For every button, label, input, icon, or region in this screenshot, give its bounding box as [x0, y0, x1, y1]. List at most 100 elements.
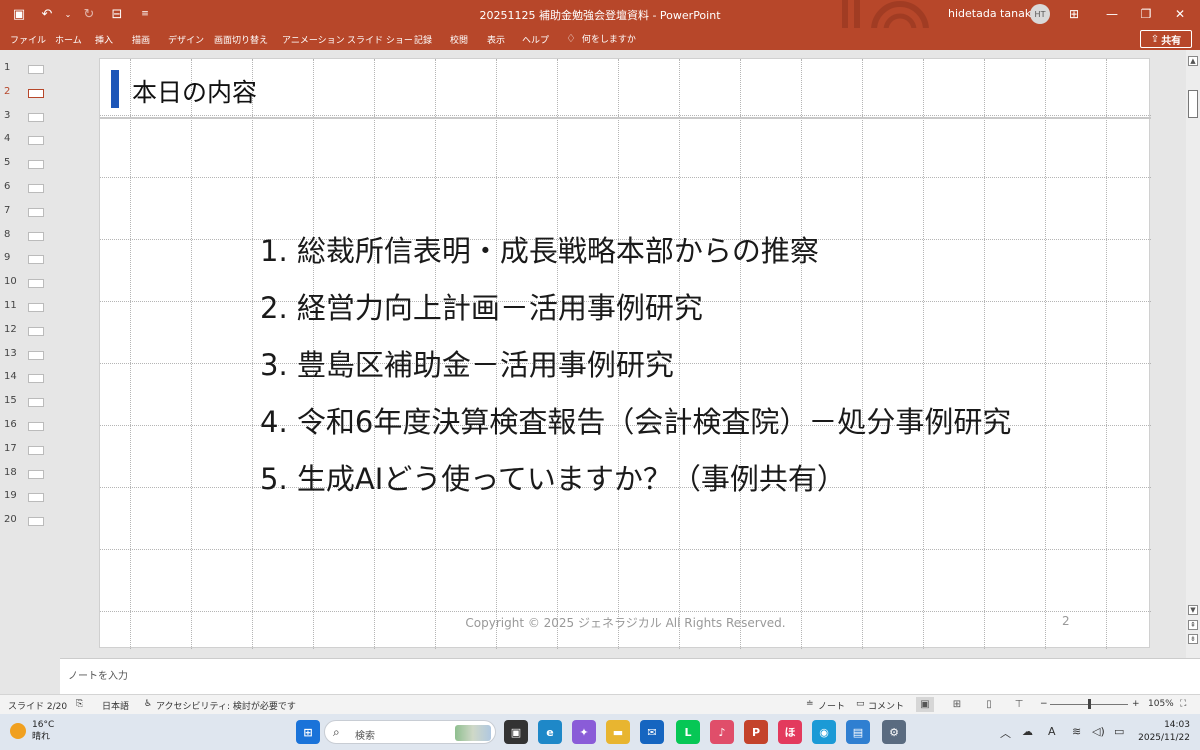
scroll-down-icon[interactable]: ▼: [1188, 605, 1198, 615]
slide-thumbnail[interactable]: 13: [0, 344, 60, 366]
slide-thumbnail[interactable]: 12: [0, 320, 60, 342]
comments-button[interactable]: コメント: [868, 699, 904, 712]
slide-thumbnail[interactable]: 16: [0, 415, 60, 437]
slide-thumbnail[interactable]: 20: [0, 510, 60, 532]
show-hidden-icons-icon[interactable]: ︿: [1000, 725, 1011, 741]
powerpoint-icon[interactable]: P: [744, 720, 768, 744]
tab-draw[interactable]: 描画: [132, 33, 150, 46]
tab-animations[interactable]: アニメーション: [282, 33, 345, 46]
outlook-icon[interactable]: ✉: [640, 720, 664, 744]
agenda-item[interactable]: 3. 豊島区補助金－活用事例研究: [260, 343, 1120, 400]
slide-thumbnail[interactable]: 15: [0, 391, 60, 413]
zoom-level[interactable]: 105%: [1148, 699, 1174, 709]
tab-slideshow[interactable]: スライド ショー: [347, 33, 413, 46]
normal-view-icon[interactable]: ▣: [916, 697, 934, 712]
agenda-item[interactable]: 1. 総裁所信表明・成長戦略本部からの推察: [260, 229, 1120, 286]
tab-file[interactable]: ファイル: [10, 33, 46, 46]
zoom-out-button[interactable]: −: [1040, 699, 1048, 709]
copilot-icon[interactable]: ✦: [572, 720, 596, 744]
slide-thumbnail[interactable]: 9: [0, 248, 60, 270]
notes-button[interactable]: ノート: [818, 699, 845, 712]
slide-thumbnail-number: 3: [4, 109, 11, 121]
reading-view-icon[interactable]: ▯: [980, 697, 998, 712]
tab-review[interactable]: 校閲: [450, 33, 468, 46]
slide-thumbnail[interactable]: 8: [0, 225, 60, 247]
copyright-footer: Copyright © 2025 ジェネラジカル All Rights Rese…: [465, 616, 786, 630]
accessibility-status[interactable]: アクセシビリティ: 検討が必要です: [156, 699, 296, 712]
agenda-item[interactable]: 4. 令和6年度決算検査報告（会計検査院）－処分事例研究: [260, 400, 1120, 457]
search-placeholder: 検索: [355, 731, 375, 742]
notes-icon[interactable]: ≐: [806, 699, 814, 709]
weather-widget[interactable]: 16°C 晴れ: [10, 719, 54, 743]
line-icon[interactable]: L: [676, 720, 700, 744]
slide-thumbnail[interactable]: 14: [0, 367, 60, 389]
onedrive-icon[interactable]: ☁: [1022, 725, 1033, 738]
settings-icon[interactable]: ⚙: [882, 720, 906, 744]
file-explorer-icon[interactable]: ▬: [606, 720, 630, 744]
slide-thumbnail[interactable]: 10: [0, 272, 60, 294]
system-clock[interactable]: 14:03 2025/11/22: [1138, 719, 1190, 745]
start-icon[interactable]: ⊞: [296, 720, 320, 744]
scroll-up-icon[interactable]: ▲: [1188, 56, 1198, 66]
vertical-scrollbar[interactable]: ▲ ▼ ⇞ ⇟: [1186, 50, 1200, 658]
edge-icon[interactable]: e: [538, 720, 562, 744]
avatar[interactable]: HT: [1030, 4, 1050, 24]
tab-view[interactable]: 表示: [487, 33, 505, 46]
ribbon-display-options-icon[interactable]: ⊞: [1054, 0, 1094, 28]
ime-icon[interactable]: A: [1048, 725, 1056, 738]
tell-me-label: 何をしますか: [581, 35, 636, 45]
next-slide-icon[interactable]: ⇟: [1188, 634, 1198, 644]
slide-thumbnail[interactable]: 7: [0, 201, 60, 223]
slide-thumbnail[interactable]: 2: [0, 82, 60, 104]
slide-thumbnail[interactable]: 5: [0, 153, 60, 175]
zoom-in-button[interactable]: +: [1132, 699, 1140, 709]
slide-thumbnail-preview: [28, 279, 44, 289]
zoom-slider-knob[interactable]: [1088, 699, 1091, 709]
slide-sorter-icon[interactable]: ⊞: [948, 697, 966, 712]
slide-thumbnail[interactable]: 18: [0, 463, 60, 485]
music-icon[interactable]: ♪: [710, 720, 734, 744]
wifi-icon[interactable]: ≋: [1072, 725, 1081, 738]
tab-transitions[interactable]: 画面切り替え: [214, 33, 268, 46]
app-ho-icon[interactable]: ほ: [778, 720, 802, 744]
slide-thumbnail[interactable]: 11: [0, 296, 60, 318]
tab-help[interactable]: ヘルプ: [522, 33, 549, 46]
account-name[interactable]: hidetada tanaka: [948, 7, 1038, 20]
share-button[interactable]: ⇪ 共有: [1140, 30, 1192, 48]
slide-thumbnail[interactable]: 4: [0, 129, 60, 151]
close-button[interactable]: ✕: [1160, 0, 1200, 28]
search-highlight-image: [455, 725, 491, 741]
slide-thumbnail-preview: [28, 326, 44, 336]
agenda-item[interactable]: 5. 生成AIどう使っていますか？（事例共有）: [260, 457, 1120, 514]
scroll-thumb[interactable]: [1188, 90, 1198, 118]
spelling-check-icon[interactable]: ⎘: [76, 699, 83, 709]
slide-thumbnail[interactable]: 19: [0, 486, 60, 508]
taskbar-search[interactable]: ⌕ 検索: [324, 720, 496, 744]
accessibility-icon[interactable]: ♿: [144, 699, 152, 709]
tab-home[interactable]: ホーム: [55, 33, 82, 46]
tell-me-search[interactable]: ♢ 何をしますか: [566, 32, 636, 45]
slide-thumbnail[interactable]: 17: [0, 439, 60, 461]
tab-design[interactable]: デザイン: [168, 33, 204, 46]
notepad-icon[interactable]: ▤: [846, 720, 870, 744]
notes-pane[interactable]: ノートを入力: [60, 658, 1200, 694]
slide-thumbnail[interactable]: 1: [0, 58, 60, 80]
language-indicator[interactable]: 日本語: [102, 699, 129, 712]
slide-thumbnail[interactable]: 6: [0, 177, 60, 199]
browser-icon[interactable]: ◉: [812, 720, 836, 744]
tab-record[interactable]: 記録: [414, 33, 432, 46]
slide-canvas[interactable]: 本日の内容 1. 総裁所信表明・成長戦略本部からの推察 2. 経営力向上計画－活…: [99, 58, 1151, 649]
notes-placeholder: ノートを入力: [68, 671, 128, 682]
tab-insert[interactable]: 挿入: [95, 33, 113, 46]
slideshow-view-icon[interactable]: ⊤: [1010, 697, 1028, 712]
slide-thumbnail[interactable]: 3: [0, 106, 60, 128]
previous-slide-icon[interactable]: ⇞: [1188, 620, 1198, 630]
agenda-list[interactable]: 1. 総裁所信表明・成長戦略本部からの推察 2. 経営力向上計画－活用事例研究 …: [260, 229, 1120, 514]
slide-title[interactable]: 本日の内容: [132, 73, 257, 109]
comments-icon[interactable]: ▭: [856, 699, 865, 709]
battery-icon[interactable]: ▭: [1114, 725, 1124, 738]
task-view-icon[interactable]: ▣: [504, 720, 528, 744]
fit-to-window-icon[interactable]: ⛶: [1180, 699, 1186, 709]
agenda-item[interactable]: 2. 経営力向上計画－活用事例研究: [260, 286, 1120, 343]
volume-icon[interactable]: ◁): [1092, 725, 1105, 738]
